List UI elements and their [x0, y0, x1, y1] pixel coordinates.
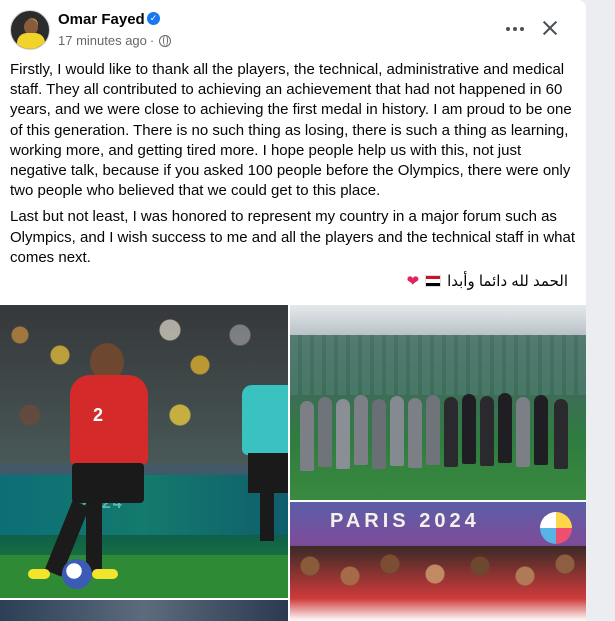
photo-team-stadium[interactable] [290, 305, 586, 500]
team-member [300, 401, 314, 471]
verified-badge-icon: ✓ [147, 12, 160, 25]
photo-player-with-ball[interactable]: 2024 2 [0, 305, 288, 598]
team-member [426, 395, 440, 465]
player-shorts [72, 463, 144, 503]
team-member [318, 397, 332, 467]
arabic-text: الحمد لله دائما وأبدا [447, 273, 568, 290]
referee-shirt [242, 385, 288, 455]
team-member [354, 395, 368, 465]
team-group [298, 393, 578, 473]
more-dot-icon [506, 27, 510, 31]
close-icon[interactable] [536, 14, 564, 42]
player-number: 2 [93, 405, 104, 425]
page-scroll-area[interactable] [586, 0, 615, 621]
celebrating-players [290, 546, 586, 621]
player-boot [28, 569, 50, 579]
team-member [516, 397, 530, 467]
team-member [336, 399, 350, 469]
more-dot-icon [513, 27, 517, 31]
team-member [390, 396, 404, 466]
player-boot [92, 569, 118, 579]
photo-more-partial[interactable] [0, 600, 288, 621]
team-member [498, 393, 512, 463]
referee [240, 345, 288, 541]
post-text: Firstly, I would like to thank all the p… [10, 60, 576, 274]
team-member [462, 394, 476, 464]
stadium-roof [290, 305, 586, 335]
photo-paris-celebration[interactable]: PARIS 2024 [290, 502, 586, 621]
globe-icon[interactable] [159, 34, 172, 47]
post-card: Omar Fayed ✓ 17 minutes ago · Firstly, I… [0, 0, 586, 621]
author-name[interactable]: Omar Fayed [58, 11, 145, 28]
team-member [372, 399, 386, 469]
avatar-shirt [17, 33, 45, 49]
post-paragraph: Last but not least, I was honored to rep… [10, 208, 576, 266]
more-dot-icon [520, 27, 524, 31]
post-header: Omar Fayed ✓ 17 minutes ago · [0, 0, 586, 60]
photo-grid: 2024 2 [0, 305, 586, 621]
more-options-button[interactable] [500, 14, 530, 44]
team-member [444, 397, 458, 467]
team-member [480, 396, 494, 466]
team-member [554, 399, 568, 469]
post-meta: 17 minutes ago · [58, 33, 172, 48]
player-shirt [70, 375, 148, 465]
arabic-line: الحمد لله دائما وأبدا ❤ [406, 272, 568, 290]
red-heart-icon: ❤ [406, 273, 420, 290]
egypt-flag-icon [425, 275, 442, 287]
team-member [534, 395, 548, 465]
olympic-logo-icon [540, 512, 572, 544]
referee-leg [260, 491, 274, 541]
football [62, 559, 92, 589]
referee-shorts [248, 453, 288, 493]
team-member [408, 398, 422, 468]
post-timestamp[interactable]: 17 minutes ago [58, 33, 147, 48]
player-leg [86, 503, 102, 573]
post-paragraph: Firstly, I would like to thank all the p… [10, 61, 572, 200]
author-avatar[interactable] [10, 10, 50, 50]
meta-separator: · [149, 33, 155, 48]
stadium-stands [290, 335, 586, 395]
paris-banner-text: PARIS 2024 [330, 510, 480, 532]
